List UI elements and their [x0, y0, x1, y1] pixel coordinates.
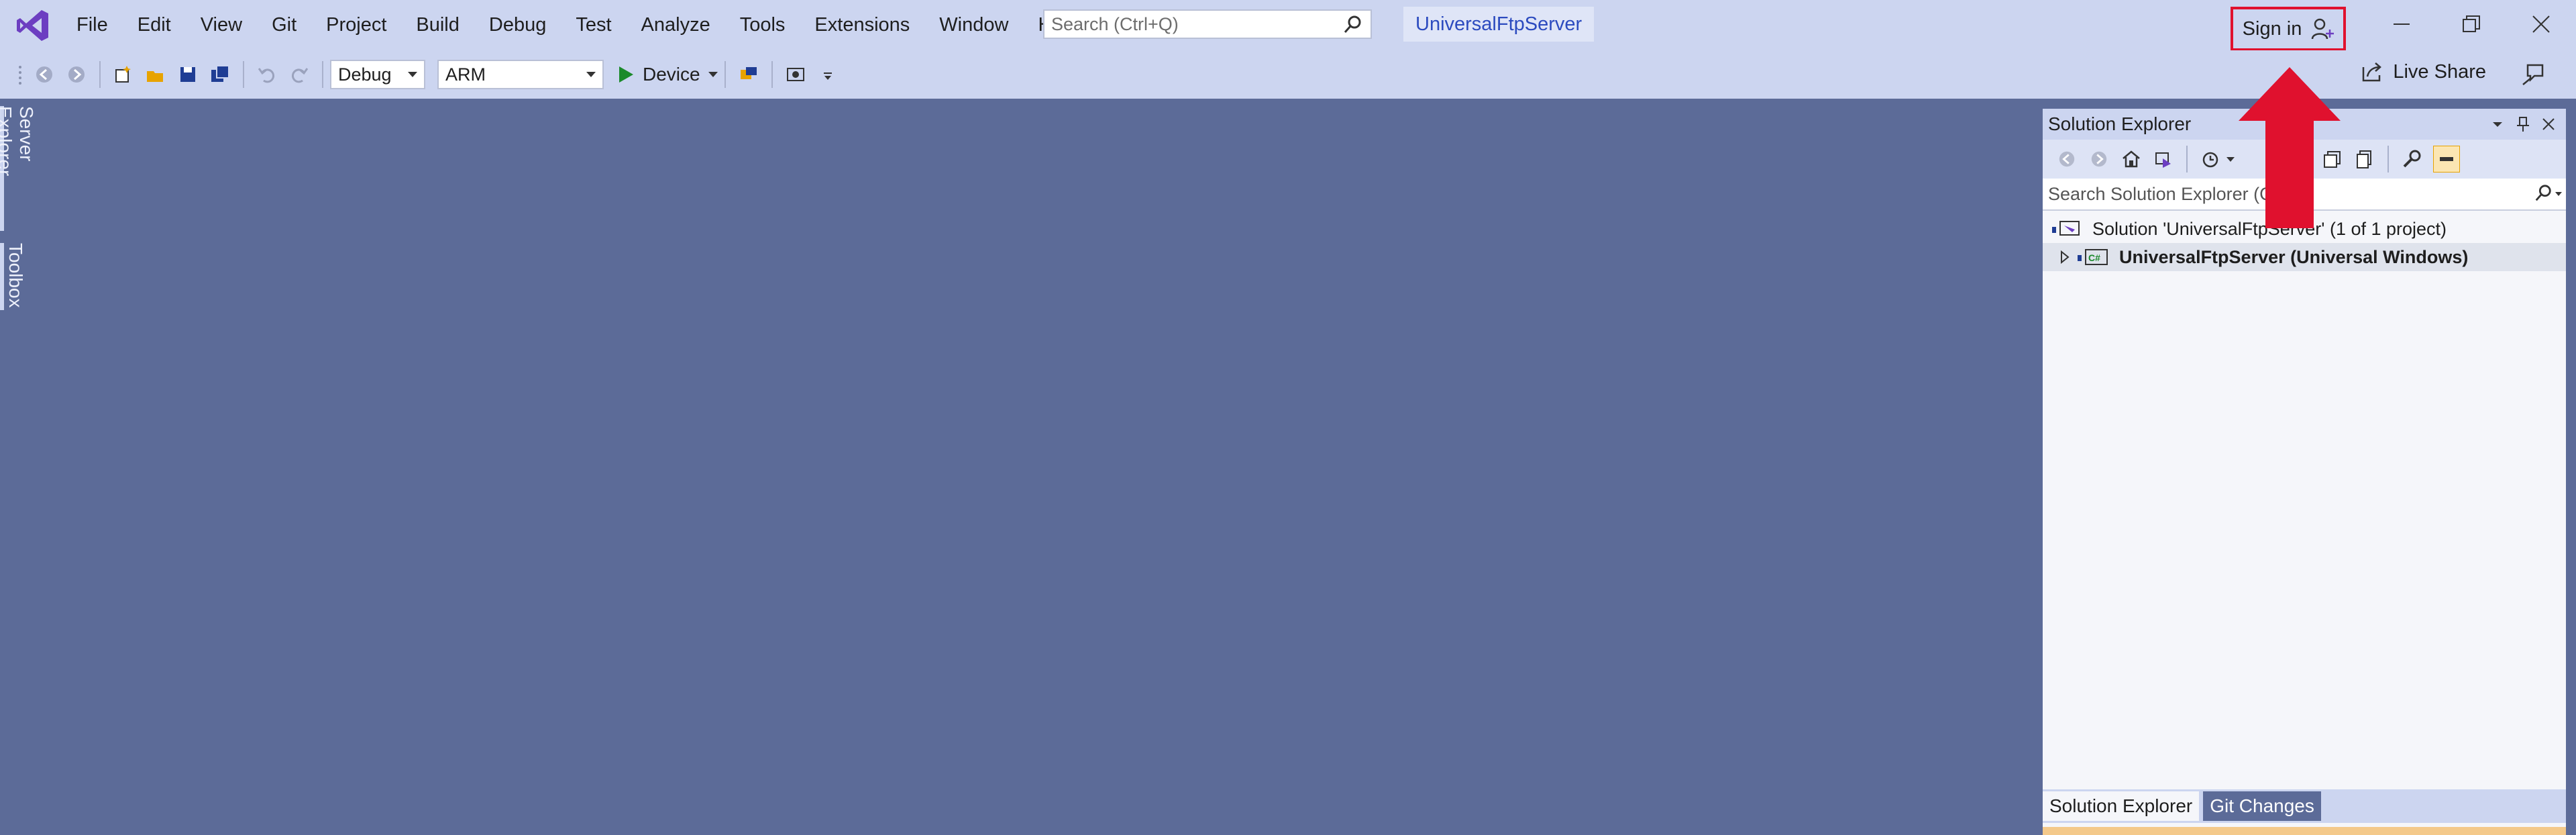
solution-configuration-select[interactable]: Debug — [330, 60, 425, 89]
menu-edit[interactable]: Edit — [123, 14, 186, 36]
browser-link-icon[interactable] — [738, 64, 759, 85]
toolbar-separator — [99, 61, 101, 88]
sign-in-button[interactable]: Sign in — [2231, 7, 2346, 51]
sign-in-label: Sign in — [2242, 17, 2302, 40]
new-project-icon[interactable] — [113, 64, 134, 85]
pending-changes-filter-icon[interactable] — [2200, 148, 2221, 170]
restore-icon[interactable] — [2458, 11, 2485, 38]
back-icon[interactable] — [2056, 148, 2078, 170]
navigate-back-icon[interactable] — [34, 64, 55, 85]
live-share-icon — [2363, 62, 2382, 82]
preview-selected-items-icon[interactable] — [2433, 146, 2460, 173]
live-share-label: Live Share — [2393, 60, 2486, 83]
undo-icon[interactable] — [256, 64, 278, 85]
toolbar-overflow-icon[interactable] — [817, 64, 839, 85]
forward-icon[interactable] — [2088, 148, 2110, 170]
toolbar-separator — [2186, 146, 2188, 173]
status-strip — [2043, 827, 2566, 835]
toolbar-separator — [322, 61, 323, 88]
run-target-label: Device — [643, 64, 700, 85]
standard-toolbar: Debug ARM Device Live Share — [0, 50, 2576, 99]
save-all-icon[interactable] — [209, 64, 231, 85]
menu-project[interactable]: Project — [311, 14, 401, 36]
live-share-button[interactable]: Live Share — [2361, 60, 2486, 83]
chevron-down-icon — [586, 72, 596, 77]
menu-tools[interactable]: Tools — [725, 14, 800, 36]
chevron-down-icon — [708, 72, 718, 77]
switch-views-icon[interactable] — [2153, 148, 2174, 170]
properties-wrench-icon[interactable] — [2401, 148, 2422, 170]
configuration-value: Debug — [338, 64, 392, 85]
menu-debug[interactable]: Debug — [474, 14, 561, 36]
menu-build[interactable]: Build — [401, 14, 474, 36]
show-all-files-icon[interactable] — [2354, 148, 2375, 170]
screenshot-icon[interactable] — [785, 64, 806, 85]
panel-title: Solution Explorer — [2048, 113, 2192, 134]
open-file-icon[interactable] — [145, 64, 166, 85]
red-arrow-annotation-icon — [2239, 67, 2341, 228]
menu-analyze[interactable]: Analyze — [627, 14, 725, 36]
toolbox-tab[interactable]: Toolbox — [0, 243, 27, 310]
menu-window[interactable]: Window — [924, 14, 1023, 36]
minimize-icon[interactable] — [2388, 11, 2415, 38]
redo-icon[interactable] — [288, 64, 310, 85]
chevron-down-icon[interactable] — [2226, 156, 2235, 162]
toolbar-separator — [724, 61, 726, 88]
menu-view[interactable]: View — [186, 14, 257, 36]
toolbar-separator — [243, 61, 244, 88]
chevron-down-icon — [408, 72, 417, 77]
expand-arrow-icon[interactable] — [2059, 249, 2071, 265]
feedback-icon[interactable] — [2521, 62, 2545, 87]
toolbar-separator — [2387, 146, 2389, 173]
svg-text:C#: C# — [2088, 252, 2100, 263]
navigate-forward-icon[interactable] — [66, 64, 87, 85]
solution-icon — [2052, 221, 2080, 236]
search-input[interactable]: Search (Ctrl+Q) — [1043, 9, 1372, 39]
close-icon[interactable] — [2540, 115, 2557, 133]
toolbox-label: Toolbox — [5, 243, 26, 308]
server-explorer-tab[interactable]: Server Explorer — [0, 106, 37, 231]
start-debugging-button[interactable]: Device — [617, 64, 718, 85]
search-placeholder: Search (Ctrl+Q) — [1051, 13, 1179, 34]
platform-value: ARM — [445, 64, 486, 85]
menu-bar: File Edit View Git Project Build Debug T… — [62, 14, 1093, 36]
search-icon — [1344, 15, 1361, 33]
search-icon — [2535, 185, 2551, 201]
play-icon — [619, 66, 633, 83]
solution-explorer-tab-strip: Solution Explorer Git Changes — [2043, 789, 2566, 823]
add-user-icon — [2312, 18, 2334, 40]
solution-platform-select[interactable]: ARM — [437, 60, 604, 89]
menu-extensions[interactable]: Extensions — [800, 14, 924, 36]
close-icon[interactable] — [2528, 11, 2555, 38]
menu-file[interactable]: File — [62, 14, 123, 36]
solution-name-badge: UniversalFtpServer — [1403, 7, 1595, 42]
chevron-down-icon[interactable] — [2555, 192, 2562, 196]
dropdown-icon[interactable] — [2489, 115, 2506, 133]
toolbar-grip-icon — [17, 64, 23, 85]
tree-item-project[interactable]: C# UniversalFtpServer (Universal Windows… — [2043, 243, 2566, 271]
server-explorer-label: Server Explorer — [0, 106, 37, 177]
tab-solution-explorer[interactable]: Solution Explorer — [2043, 791, 2200, 821]
visual-studio-logo-icon — [17, 9, 48, 41]
pin-icon[interactable] — [2514, 115, 2532, 133]
toolbar-separator — [771, 61, 773, 88]
tab-git-changes[interactable]: Git Changes — [2203, 791, 2321, 821]
tree-item-label: UniversalFtpServer (Universal Windows) — [2119, 246, 2469, 267]
menu-git[interactable]: Git — [257, 14, 311, 36]
title-bar: File Edit View Git Project Build Debug T… — [0, 0, 2576, 51]
csharp-project-icon: C# — [2078, 249, 2108, 265]
home-icon[interactable] — [2121, 148, 2142, 170]
save-icon[interactable] — [177, 64, 199, 85]
menu-test[interactable]: Test — [561, 14, 626, 36]
